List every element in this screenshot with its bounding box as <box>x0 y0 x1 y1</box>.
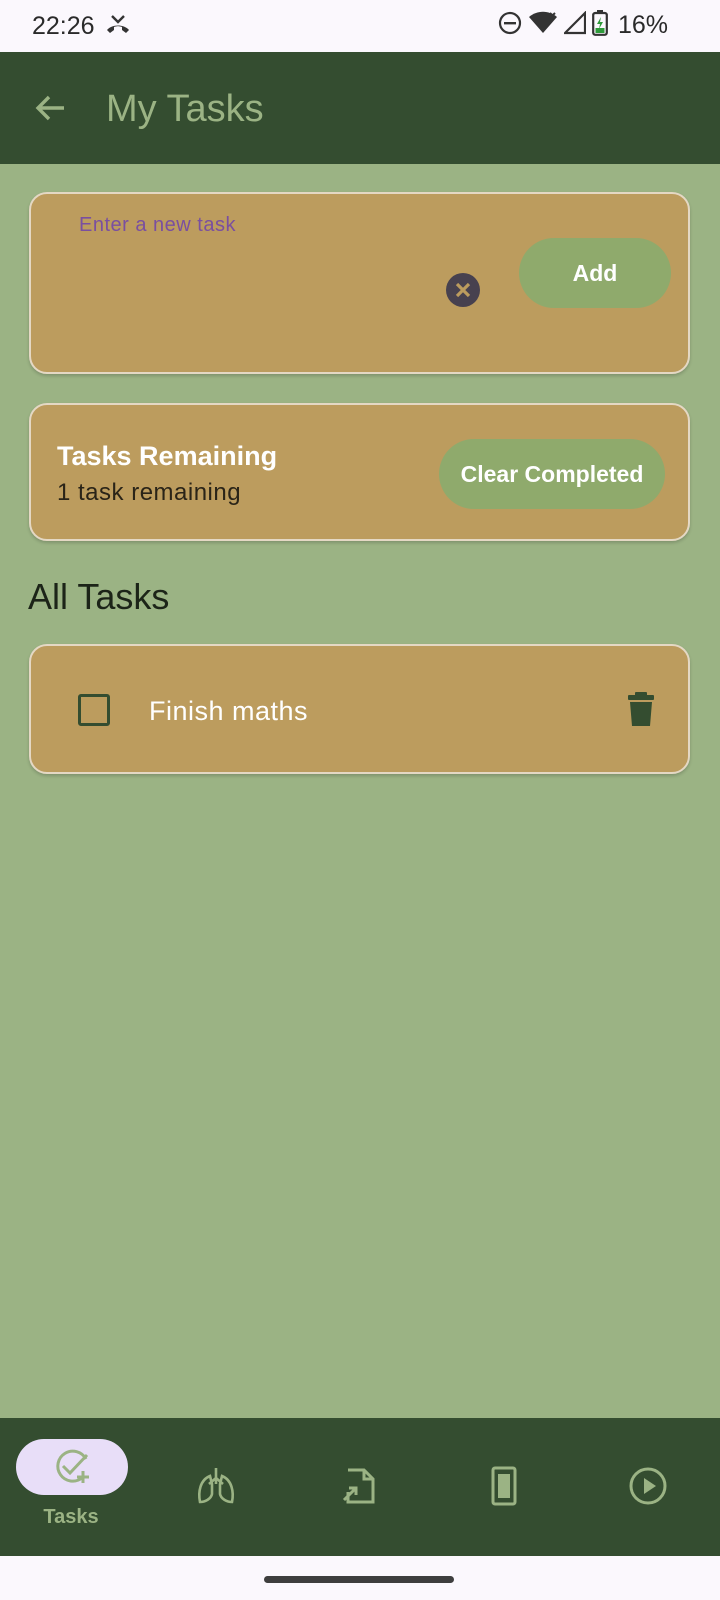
task-item: Finish maths <box>29 644 690 774</box>
battery-icon <box>592 10 608 41</box>
missed-call-icon <box>104 14 132 41</box>
signal-icon <box>562 10 587 40</box>
battery-percent: 16% <box>617 11 668 39</box>
do-not-disturb-icon <box>498 11 522 40</box>
wifi-icon <box>528 11 558 40</box>
file-import-icon <box>340 1466 380 1506</box>
bottom-navigation: Tasks <box>0 1418 720 1556</box>
status-icons: 16% <box>498 10 668 41</box>
nav-item-play[interactable] <box>576 1418 720 1556</box>
nav-item-tablet[interactable] <box>432 1418 576 1556</box>
nav-item-tasks[interactable]: Tasks <box>0 1418 144 1556</box>
new-task-card: Enter a new task Add <box>29 192 690 374</box>
nav-label-tasks: Tasks <box>43 1506 99 1528</box>
home-gesture-handle[interactable] <box>264 1576 454 1583</box>
status-bar: 22:26 16% <box>0 0 720 52</box>
tasks-remaining-count: 1 task remaining <box>57 479 242 506</box>
new-task-input[interactable]: Enter a new task <box>79 214 236 237</box>
lungs-icon <box>196 1466 236 1506</box>
add-button[interactable]: Add <box>519 238 671 308</box>
tasks-remaining-title: Tasks Remaining <box>57 441 278 471</box>
play-circle-icon <box>628 1466 668 1506</box>
all-tasks-heading: All Tasks <box>28 576 170 617</box>
cancel-icon[interactable] <box>445 272 481 308</box>
task-add-icon <box>52 1447 92 1487</box>
nav-item-file-import[interactable] <box>288 1418 432 1556</box>
tasks-remaining-card: Tasks Remaining 1 task remaining Clear C… <box>29 403 690 541</box>
app-bar: My Tasks <box>0 52 720 164</box>
gesture-bar <box>0 1556 720 1600</box>
task-label: Finish maths <box>149 696 309 726</box>
trash-icon[interactable] <box>625 692 657 726</box>
status-time: 22:26 <box>32 12 95 40</box>
task-checkbox[interactable] <box>78 694 110 726</box>
arrow-back-icon[interactable] <box>28 86 72 130</box>
clear-completed-button[interactable]: Clear Completed <box>439 439 665 509</box>
page-title: My Tasks <box>106 88 264 130</box>
tablet-icon <box>484 1466 524 1506</box>
nav-item-lungs[interactable] <box>144 1418 288 1556</box>
